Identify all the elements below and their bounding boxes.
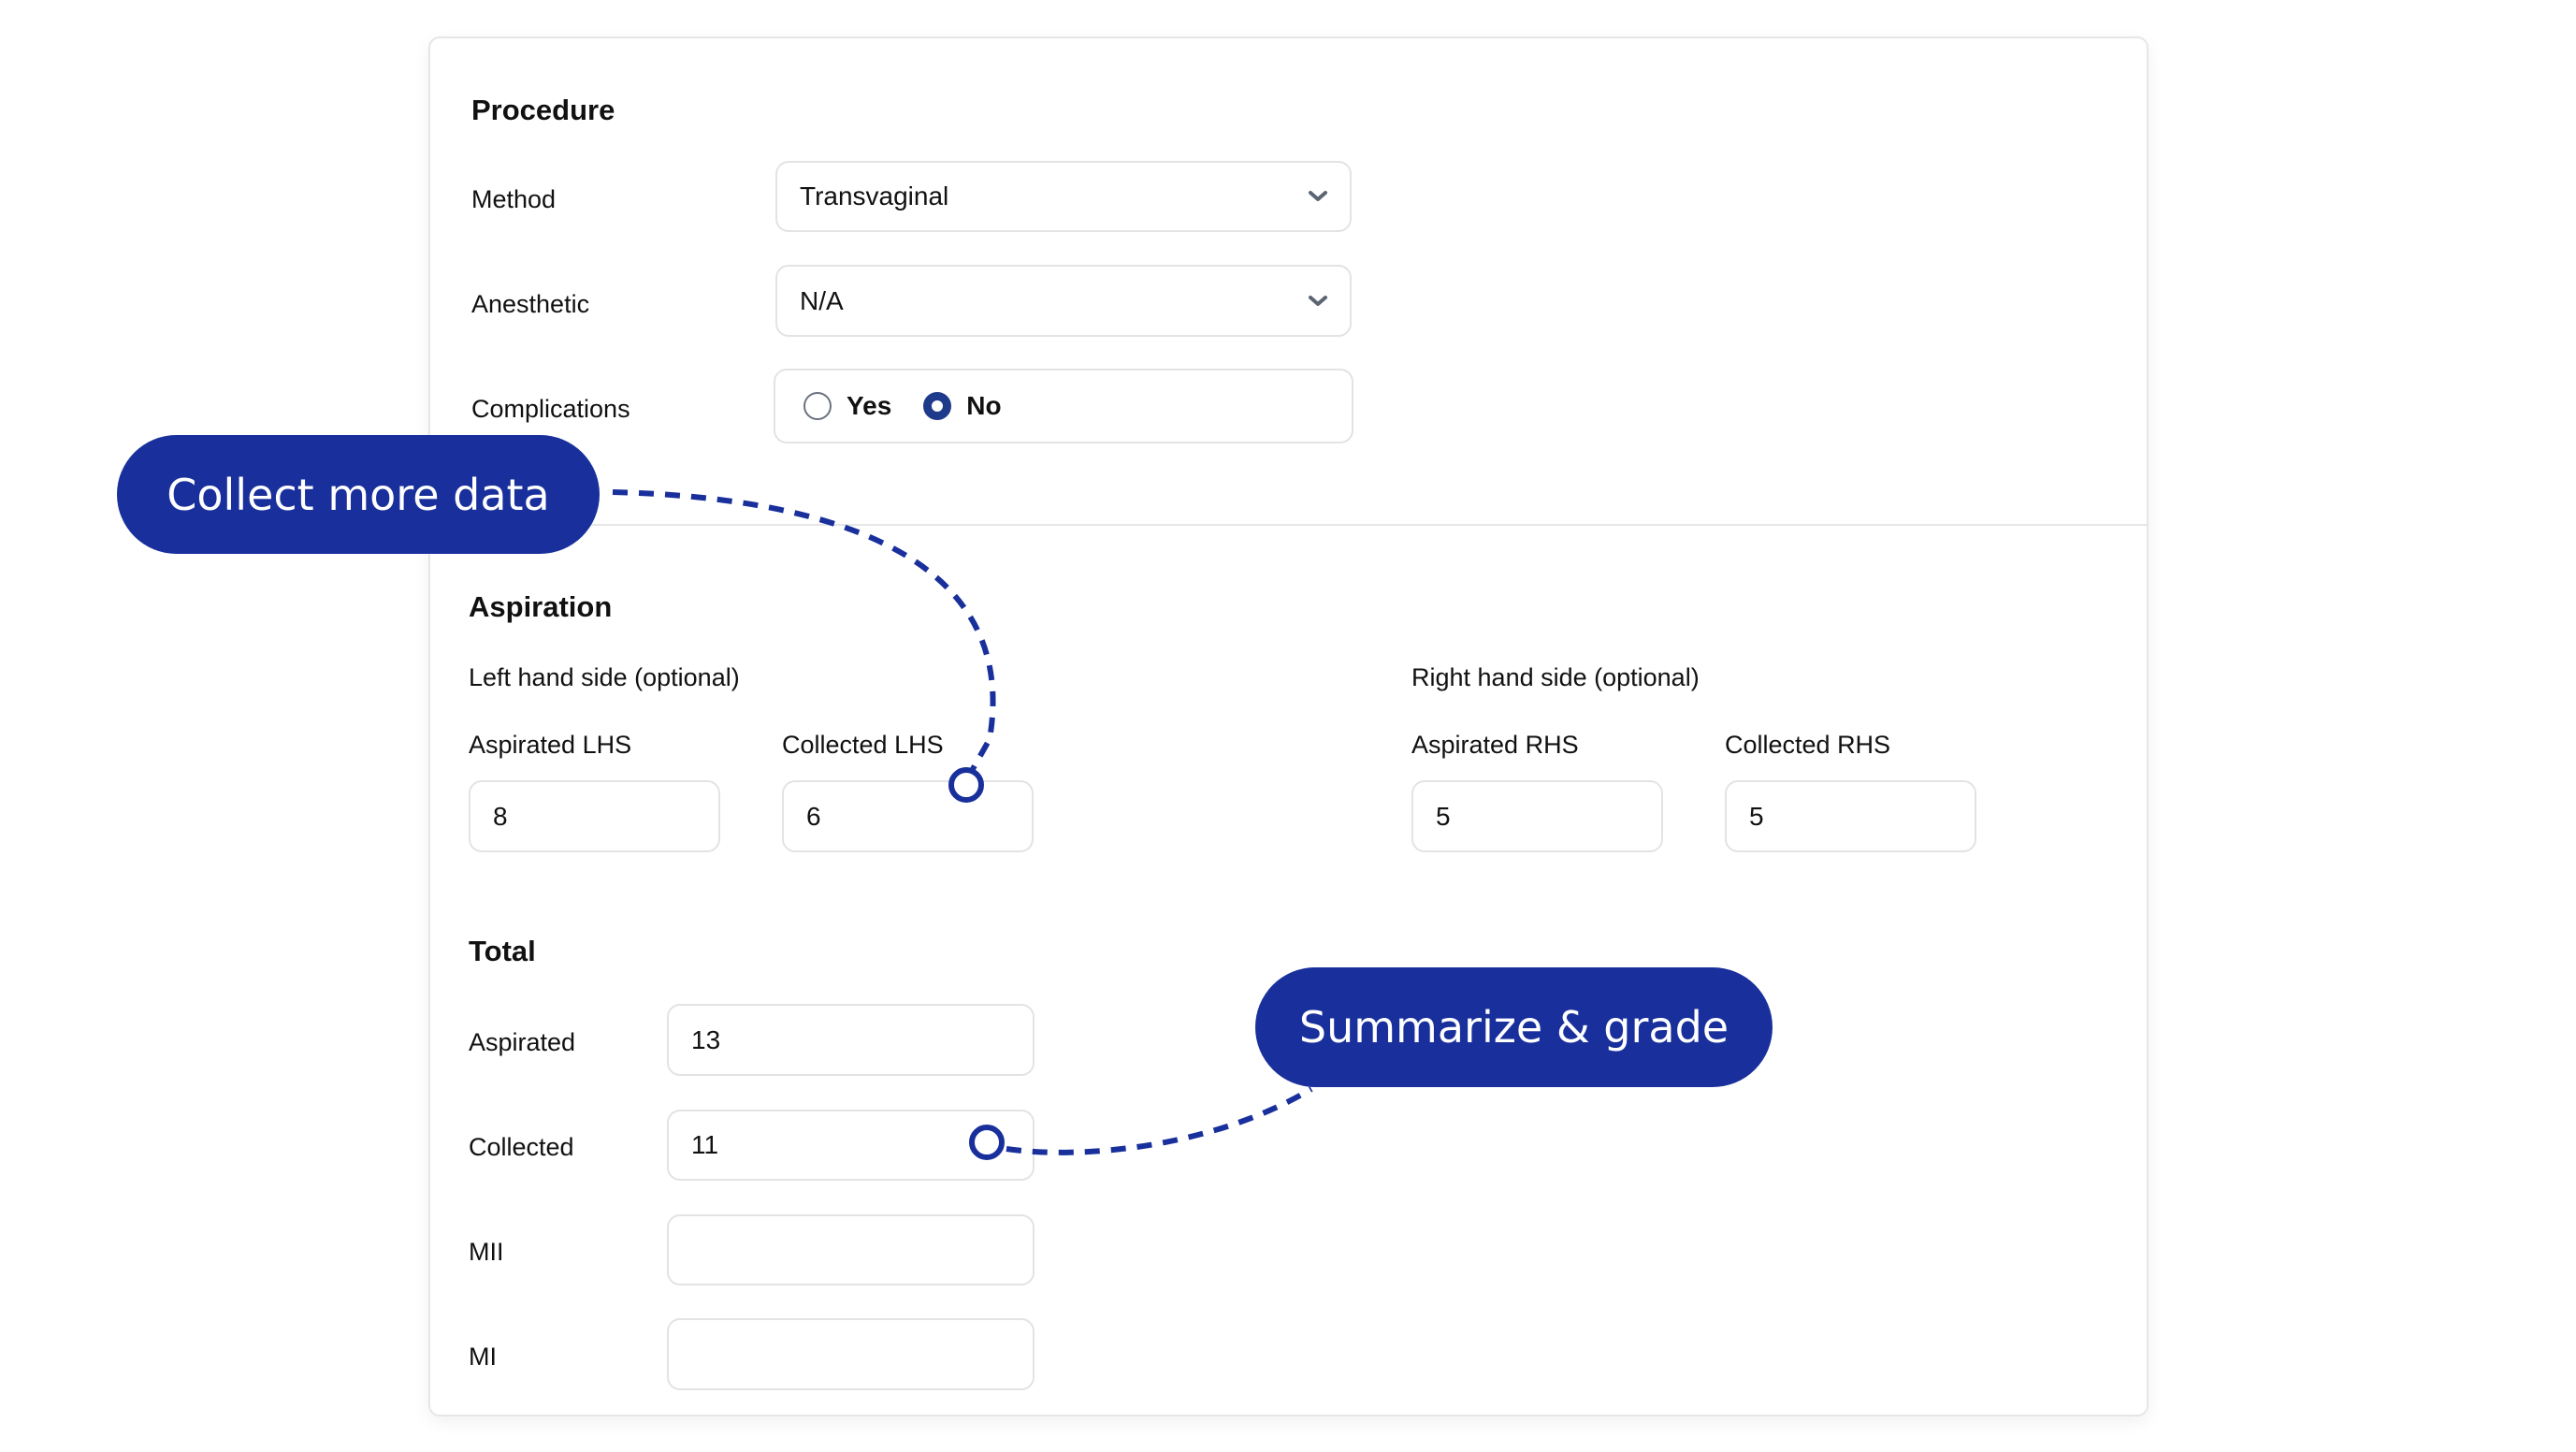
complications-no-label: No bbox=[966, 391, 1002, 420]
total-section-title: Total bbox=[469, 935, 536, 967]
aspirated-lhs-input[interactable]: 8 bbox=[469, 780, 720, 852]
anesthetic-label: Anesthetic bbox=[471, 290, 590, 318]
mi-label: MI bbox=[469, 1343, 497, 1371]
aspiration-section-title: Aspiration bbox=[469, 590, 613, 623]
section-divider bbox=[430, 524, 2147, 526]
procedure-form-card: Procedure Method Transvaginal Anesthetic… bbox=[428, 36, 2149, 1416]
aspirated-lhs-value: 8 bbox=[493, 801, 508, 831]
complications-yes-label: Yes bbox=[847, 391, 892, 420]
collected-lhs-input[interactable]: 6 bbox=[782, 780, 1034, 852]
anesthetic-value: N/A bbox=[800, 285, 844, 315]
radio-unchecked-icon[interactable] bbox=[803, 392, 832, 420]
aspirated-lhs-label: Aspirated LHS bbox=[469, 731, 632, 759]
lhs-heading: Left hand side (optional) bbox=[469, 663, 740, 691]
rhs-heading: Right hand side (optional) bbox=[1411, 663, 1700, 691]
total-collected-value: 11 bbox=[691, 1130, 719, 1159]
total-aspirated-label: Aspirated bbox=[469, 1028, 576, 1056]
summarize-and-grade-button[interactable]: Summarize & grade bbox=[1255, 967, 1773, 1087]
chevron-down-icon bbox=[1309, 191, 1327, 201]
aspirated-rhs-input[interactable]: 5 bbox=[1411, 780, 1663, 852]
procedure-section-title: Procedure bbox=[471, 94, 615, 126]
collected-lhs-label: Collected LHS bbox=[782, 731, 944, 759]
complications-label: Complications bbox=[471, 395, 630, 423]
collected-lhs-value: 6 bbox=[806, 801, 821, 831]
aspirated-rhs-label: Aspirated RHS bbox=[1411, 731, 1579, 759]
mii-label: MII bbox=[469, 1238, 504, 1266]
complications-no-radio[interactable]: No bbox=[923, 391, 1002, 421]
radio-checked-icon[interactable] bbox=[923, 392, 952, 420]
collected-rhs-input[interactable]: 5 bbox=[1725, 780, 1976, 852]
collect-more-data-button[interactable]: Collect more data bbox=[117, 435, 600, 554]
complications-radio-group: Yes No bbox=[774, 369, 1353, 443]
collected-rhs-value: 5 bbox=[1749, 801, 1764, 831]
method-value: Transvaginal bbox=[800, 182, 949, 211]
total-aspirated-input[interactable]: 13 bbox=[667, 1004, 1035, 1076]
total-aspirated-value: 13 bbox=[691, 1024, 721, 1054]
method-label: Method bbox=[471, 185, 557, 213]
aspirated-rhs-value: 5 bbox=[1436, 801, 1451, 831]
chevron-down-icon bbox=[1309, 295, 1327, 306]
total-collected-input[interactable]: 11 bbox=[667, 1110, 1035, 1181]
mii-input[interactable] bbox=[667, 1214, 1035, 1285]
total-collected-label: Collected bbox=[469, 1133, 574, 1161]
collected-rhs-label: Collected RHS bbox=[1725, 731, 1891, 759]
method-select[interactable]: Transvaginal bbox=[775, 161, 1352, 232]
anesthetic-select[interactable]: N/A bbox=[775, 265, 1352, 337]
complications-yes-radio[interactable]: Yes bbox=[803, 391, 891, 421]
mi-input[interactable] bbox=[667, 1318, 1035, 1390]
